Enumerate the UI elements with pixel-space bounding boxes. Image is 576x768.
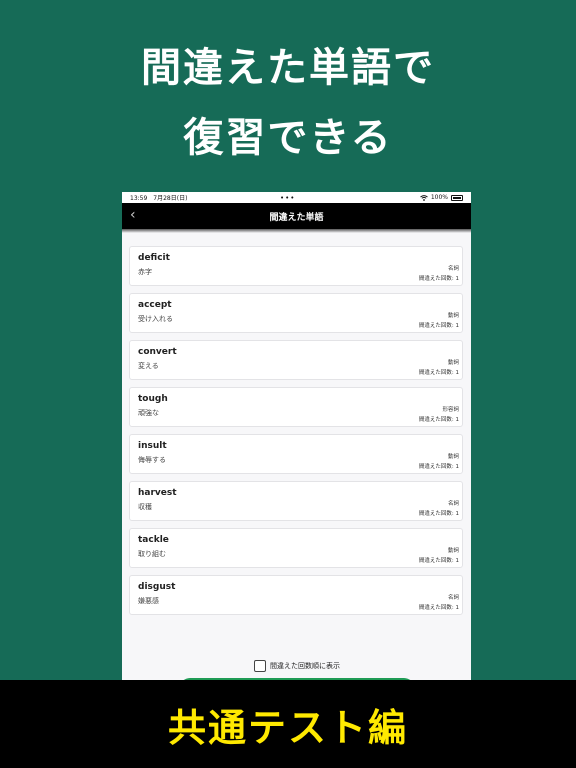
device-screen: 13:59 7月28日(日) ••• 100% ‹ 間違えた単語 deficit…	[122, 192, 471, 692]
part-of-speech: 名詞	[447, 501, 459, 507]
word-meaning: 赤字	[138, 268, 152, 276]
word-meaning: 変える	[138, 362, 159, 370]
mistake-count: 間違えた回数: 1	[418, 370, 459, 376]
battery-percent: 100%	[430, 194, 448, 201]
word-meaning: 頑強な	[138, 409, 159, 417]
word-text: disgust	[138, 582, 176, 592]
word-meaning: 収穫	[138, 503, 152, 511]
word-card[interactable]: tough 頑強な 形容詞間違えた回数: 1	[129, 387, 463, 427]
multitask-dots[interactable]: •••	[280, 194, 420, 202]
headline-line-2: 復習できる	[183, 115, 393, 161]
nav-bar: ‹ 間違えた単語	[122, 203, 471, 229]
mistake-count: 間違えた回数: 1	[418, 464, 459, 470]
banner: 共通テスト編	[0, 680, 576, 768]
word-meaning: 侮辱する	[138, 456, 166, 464]
word-card[interactable]: insult 侮辱する 動詞間違えた回数: 1	[129, 434, 463, 474]
word-card[interactable]: deficit 赤字 名詞間違えた回数: 1	[129, 246, 463, 286]
word-meaning: 嫌悪感	[138, 597, 159, 605]
mistake-count: 間違えた回数: 1	[418, 417, 459, 423]
word-text: insult	[138, 441, 167, 451]
mistake-count: 間違えた回数: 1	[418, 558, 459, 564]
sort-option-label: 間違えた回数順に表示	[270, 662, 340, 670]
word-meaning: 受け入れる	[138, 315, 173, 323]
word-card[interactable]: convert 変える 動詞間違えた回数: 1	[129, 340, 463, 380]
word-text: convert	[138, 347, 177, 357]
status-right: 100%	[420, 194, 463, 201]
part-of-speech: 形容詞	[442, 407, 459, 413]
wifi-icon	[420, 194, 428, 201]
banner-text: 共通テスト編	[167, 705, 408, 750]
part-of-speech: 動詞	[447, 360, 459, 366]
headline-line-1: 間違えた単語で	[141, 45, 435, 91]
part-of-speech: 動詞	[447, 454, 459, 460]
nav-title: 間違えた単語	[269, 212, 324, 223]
part-of-speech: 名詞	[447, 595, 459, 601]
sort-option[interactable]: 間違えた回数順に表示	[254, 660, 340, 672]
word-text: tackle	[138, 535, 169, 545]
part-of-speech: 名詞	[447, 266, 459, 272]
word-text: accept	[138, 300, 172, 310]
status-time: 13:59 7月28日(日)	[130, 195, 188, 202]
word-card[interactable]: accept 受け入れる 動詞間違えた回数: 1	[129, 293, 463, 333]
word-text: deficit	[138, 253, 170, 263]
word-card[interactable]: tackle 取り組む 動詞間違えた回数: 1	[129, 528, 463, 568]
part-of-speech: 動詞	[447, 313, 459, 319]
word-text: tough	[138, 394, 168, 404]
sort-checkbox[interactable]	[254, 660, 266, 672]
mistake-count: 間違えた回数: 1	[418, 323, 459, 329]
chevron-left-icon[interactable]: ‹	[130, 207, 136, 223]
mistake-count: 間違えた回数: 1	[418, 605, 459, 611]
word-text: harvest	[138, 488, 177, 498]
part-of-speech: 動詞	[447, 548, 459, 554]
mistake-count: 間違えた回数: 1	[418, 276, 459, 282]
battery-icon	[451, 194, 463, 201]
mistake-count: 間違えた回数: 1	[418, 511, 459, 517]
nav-shadow	[122, 229, 471, 233]
status-bar: 13:59 7月28日(日) ••• 100%	[122, 192, 471, 203]
word-card[interactable]: disgust 嫌悪感 名詞間違えた回数: 1	[129, 575, 463, 615]
word-card[interactable]: harvest 収穫 名詞間違えた回数: 1	[129, 481, 463, 521]
word-meaning: 取り組む	[138, 550, 166, 558]
word-list: deficit 赤字 名詞 間違えた回数: 1 accept 受け入れる 動詞 間違えた回数:…	[129, 246, 463, 622]
